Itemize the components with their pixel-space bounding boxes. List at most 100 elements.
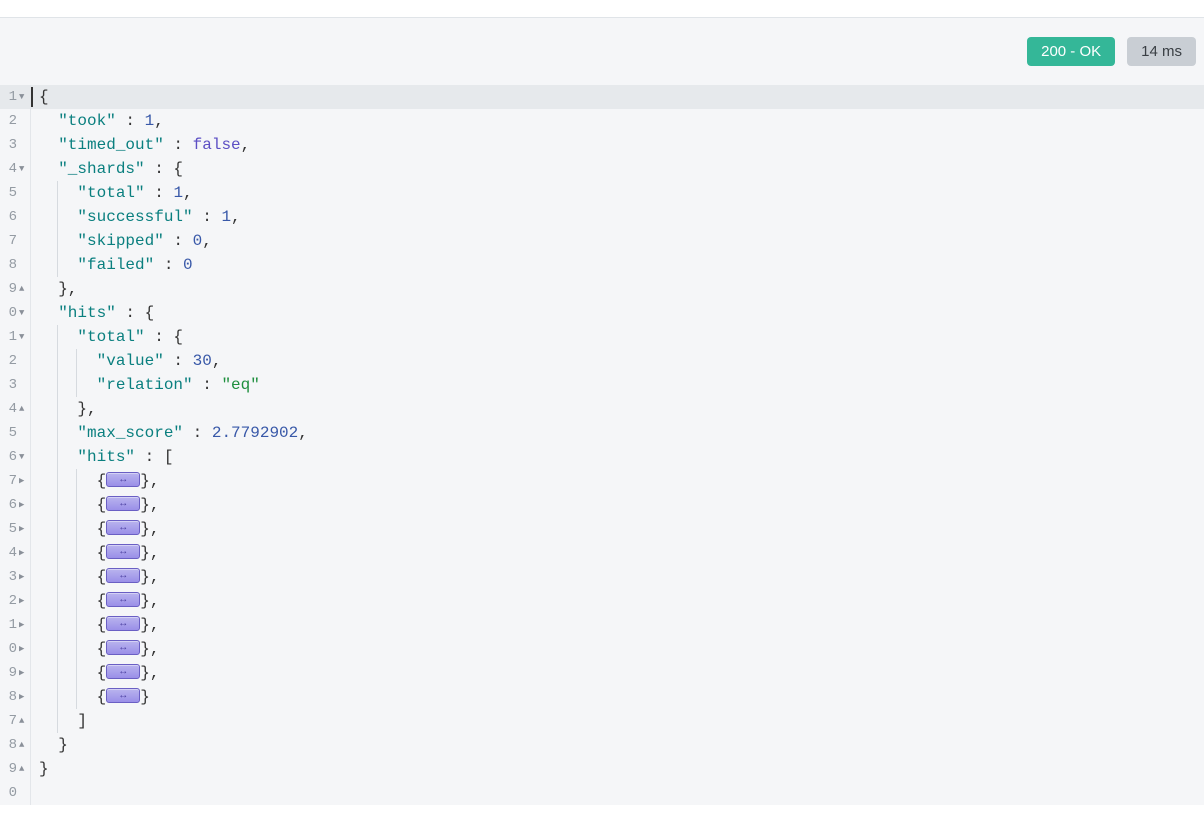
code-line[interactable]: ] xyxy=(39,709,1204,733)
fold-expand-icon[interactable] xyxy=(106,640,140,655)
json-key: "relation" xyxy=(97,376,193,394)
code-line[interactable]: }, xyxy=(39,397,1204,421)
fold-expand-icon[interactable] xyxy=(106,688,140,703)
fold-marker-icon[interactable]: ▶ xyxy=(19,565,28,589)
fold-marker-icon[interactable]: ▶ xyxy=(19,493,28,517)
code-line[interactable]: "skipped" : 0, xyxy=(39,229,1204,253)
line-number[interactable]: 0▶ xyxy=(0,637,30,661)
line-number[interactable]: 5▶ xyxy=(0,517,30,541)
line-number[interactable]: 6▶ xyxy=(0,493,30,517)
fold-expand-icon[interactable] xyxy=(106,568,140,583)
line-number[interactable]: 5 xyxy=(0,181,30,205)
code-content[interactable]: { "took" : 1, "timed_out" : false, "_sha… xyxy=(31,85,1204,805)
line-number[interactable]: 7▶ xyxy=(0,469,30,493)
code-line[interactable]: "value" : 30, xyxy=(39,349,1204,373)
code-line[interactable]: "total" : 1, xyxy=(39,181,1204,205)
line-number[interactable]: 2▶ xyxy=(0,589,30,613)
line-number[interactable]: 2 xyxy=(0,109,30,133)
fold-marker-icon[interactable]: ▲ xyxy=(19,397,28,421)
fold-expand-icon[interactable] xyxy=(106,496,140,511)
code-line[interactable]: "timed_out" : false, xyxy=(39,133,1204,157)
folded-hit-line[interactable]: {}, xyxy=(39,541,1204,565)
folded-hit-line[interactable]: {} xyxy=(39,685,1204,709)
line-number[interactable]: 7▲ xyxy=(0,709,30,733)
json-response-viewer[interactable]: 1▼234▼56789▲0▼1▼234▲56▼7▶6▶5▶4▶3▶2▶1▶0▶9… xyxy=(0,85,1204,805)
folded-hit-line[interactable]: {}, xyxy=(39,565,1204,589)
brace-close: }, xyxy=(140,520,159,538)
fold-marker-icon[interactable]: ▶ xyxy=(19,541,28,565)
fold-marker-icon[interactable]: ▼ xyxy=(19,157,28,181)
json-number: 0 xyxy=(183,256,193,274)
fold-marker-icon[interactable]: ▼ xyxy=(19,445,28,469)
line-number-gutter[interactable]: 1▼234▼56789▲0▼1▼234▲56▼7▶6▶5▶4▶3▶2▶1▶0▶9… xyxy=(0,85,31,805)
fold-expand-icon[interactable] xyxy=(106,616,140,631)
line-number[interactable]: 7 xyxy=(0,229,30,253)
fold-marker-icon[interactable]: ▶ xyxy=(19,613,28,637)
code-line[interactable]: }, xyxy=(39,277,1204,301)
brace-open: { xyxy=(97,640,107,658)
fold-expand-icon[interactable] xyxy=(106,472,140,487)
folded-hit-line[interactable]: {}, xyxy=(39,469,1204,493)
code-line[interactable]: } xyxy=(39,733,1204,757)
line-number[interactable]: 8▶ xyxy=(0,685,30,709)
code-line[interactable] xyxy=(39,781,1204,805)
fold-marker-icon[interactable]: ▼ xyxy=(19,85,28,109)
fold-marker-icon[interactable]: ▲ xyxy=(19,277,28,301)
code-line[interactable]: { xyxy=(31,85,1204,109)
fold-marker-icon[interactable]: ▼ xyxy=(19,301,28,325)
folded-hit-line[interactable]: {}, xyxy=(39,493,1204,517)
code-line[interactable]: "took" : 1, xyxy=(39,109,1204,133)
fold-expand-icon[interactable] xyxy=(106,520,140,535)
fold-expand-icon[interactable] xyxy=(106,592,140,607)
fold-marker-icon[interactable]: ▶ xyxy=(19,589,28,613)
line-number[interactable]: 3 xyxy=(0,373,30,397)
line-number[interactable]: 3 xyxy=(0,133,30,157)
code-line[interactable]: "relation" : "eq" xyxy=(39,373,1204,397)
line-number[interactable]: 6 xyxy=(0,205,30,229)
folded-hit-line[interactable]: {}, xyxy=(39,589,1204,613)
line-number[interactable]: 1▼ xyxy=(0,325,30,349)
line-number[interactable]: 2 xyxy=(0,349,30,373)
line-number[interactable]: 3▶ xyxy=(0,565,30,589)
line-number[interactable]: 1▼ xyxy=(0,85,30,109)
line-number[interactable]: 9▲ xyxy=(0,277,30,301)
line-number[interactable]: 1▶ xyxy=(0,613,30,637)
fold-marker-icon[interactable]: ▶ xyxy=(19,469,28,493)
fold-expand-icon[interactable] xyxy=(106,544,140,559)
line-number[interactable]: 4▼ xyxy=(0,157,30,181)
line-number[interactable]: 5 xyxy=(0,421,30,445)
folded-hit-line[interactable]: {}, xyxy=(39,637,1204,661)
fold-expand-icon[interactable] xyxy=(106,664,140,679)
line-number[interactable]: 8 xyxy=(0,253,30,277)
code-line[interactable]: } xyxy=(39,757,1204,781)
fold-marker-icon[interactable]: ▶ xyxy=(19,685,28,709)
folded-hit-line[interactable]: {}, xyxy=(39,661,1204,685)
fold-marker-icon[interactable]: ▶ xyxy=(19,517,28,541)
folded-hit-line[interactable]: {}, xyxy=(39,613,1204,637)
line-number[interactable]: 9▲ xyxy=(0,757,30,781)
code-line[interactable]: "_shards" : { xyxy=(39,157,1204,181)
fold-marker-icon[interactable]: ▶ xyxy=(19,637,28,661)
code-line[interactable]: "successful" : 1, xyxy=(39,205,1204,229)
code-line[interactable]: "hits" : [ xyxy=(39,445,1204,469)
line-number[interactable]: 8▲ xyxy=(0,733,30,757)
folded-hit-line[interactable]: {}, xyxy=(39,517,1204,541)
fold-marker-icon[interactable]: ▲ xyxy=(19,733,28,757)
line-number[interactable]: 9▶ xyxy=(0,661,30,685)
line-number[interactable]: 6▼ xyxy=(0,445,30,469)
fold-marker-icon[interactable]: ▶ xyxy=(19,661,28,685)
code-line[interactable]: "total" : { xyxy=(39,325,1204,349)
line-number[interactable]: 4▲ xyxy=(0,397,30,421)
line-number[interactable]: 0 xyxy=(0,781,30,805)
line-number[interactable]: 4▶ xyxy=(0,541,30,565)
fold-marker-icon[interactable]: ▼ xyxy=(19,325,28,349)
bracket-close: ] xyxy=(77,712,87,730)
line-number[interactable]: 0▼ xyxy=(0,301,30,325)
code-line[interactable]: "failed" : 0 xyxy=(39,253,1204,277)
code-line[interactable]: "hits" : { xyxy=(39,301,1204,325)
brace-close: }, xyxy=(140,616,159,634)
fold-marker-icon[interactable]: ▲ xyxy=(19,757,28,781)
brace-open: { xyxy=(97,472,107,490)
code-line[interactable]: "max_score" : 2.7792902, xyxy=(39,421,1204,445)
fold-marker-icon[interactable]: ▲ xyxy=(19,709,28,733)
